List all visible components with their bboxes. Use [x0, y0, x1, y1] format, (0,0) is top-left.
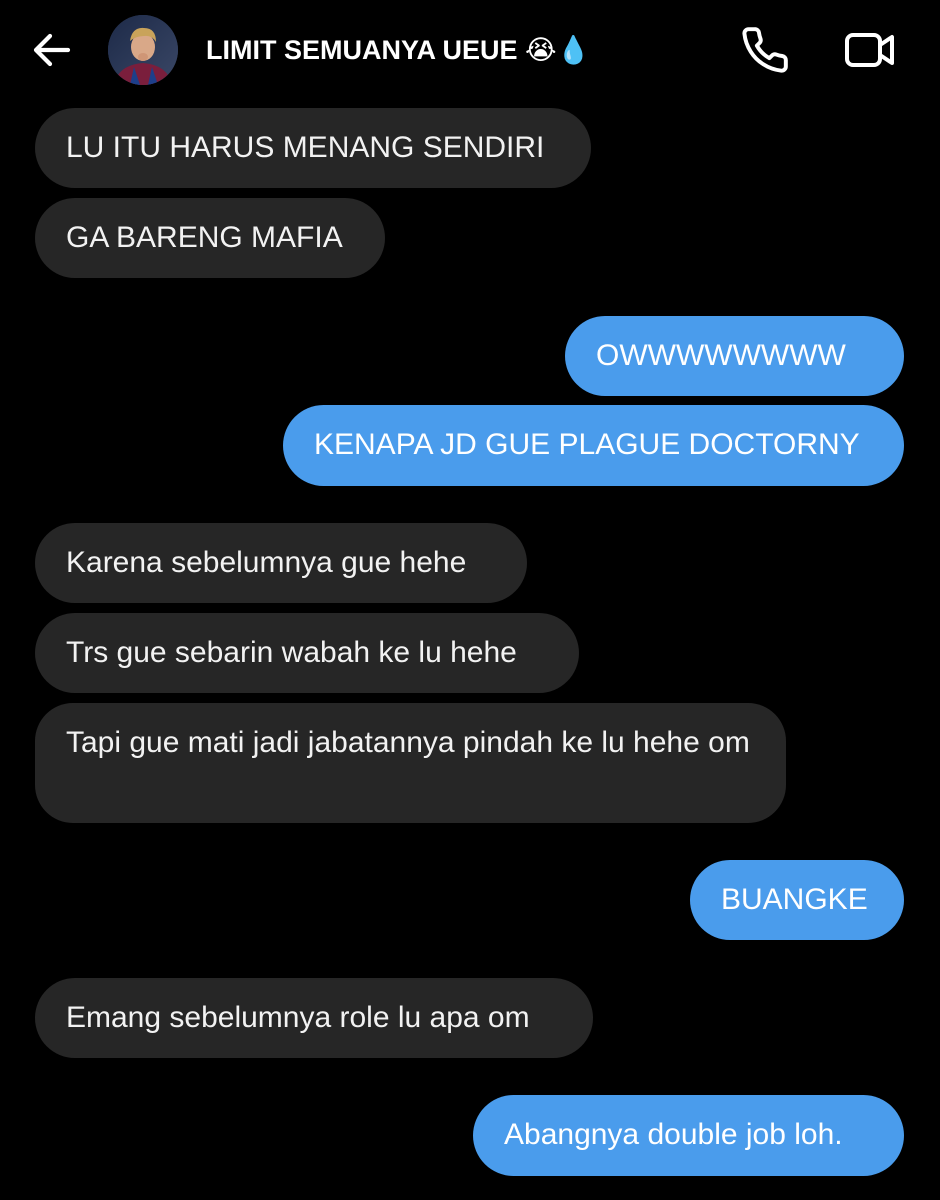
message-bubble-outgoing[interactable]: KENAPA JD GUE PLAGUE DOCTORNY: [283, 405, 904, 486]
back-button[interactable]: [28, 28, 76, 72]
chat-header: LIMIT SEMUANYA UEUE 😭💧: [0, 0, 940, 98]
profile-photo: [108, 15, 178, 85]
video-call-button[interactable]: [844, 30, 896, 70]
message-bubble-incoming[interactable]: Karena sebelumnya gue hehe: [35, 523, 527, 603]
message-bubble-outgoing[interactable]: OWWWWWWWW: [565, 316, 904, 396]
call-button[interactable]: [740, 25, 790, 75]
avatar[interactable]: [108, 15, 178, 85]
message-bubble-outgoing[interactable]: Abangnya double job loh.: [473, 1095, 904, 1176]
chat-title[interactable]: LIMIT SEMUANYA UEUE 😭💧: [206, 30, 590, 70]
message-bubble-incoming[interactable]: Emang sebelumnya role lu apa om: [35, 978, 593, 1058]
message-bubble-outgoing[interactable]: BUANGKE: [690, 860, 904, 940]
message-bubble-incoming[interactable]: Trs gue sebarin wabah ke lu hehe: [35, 613, 579, 693]
message-bubble-incoming[interactable]: GA BARENG MAFIA: [35, 198, 385, 278]
video-camera-icon: [845, 33, 894, 67]
arrow-left-icon: [33, 33, 71, 67]
message-bubble-incoming[interactable]: LU ITU HARUS MENANG SENDIRI: [35, 108, 591, 188]
message-bubble-incoming[interactable]: Tapi gue mati jadi jabatannya pindah ke …: [35, 703, 786, 823]
phone-icon: [742, 27, 788, 73]
